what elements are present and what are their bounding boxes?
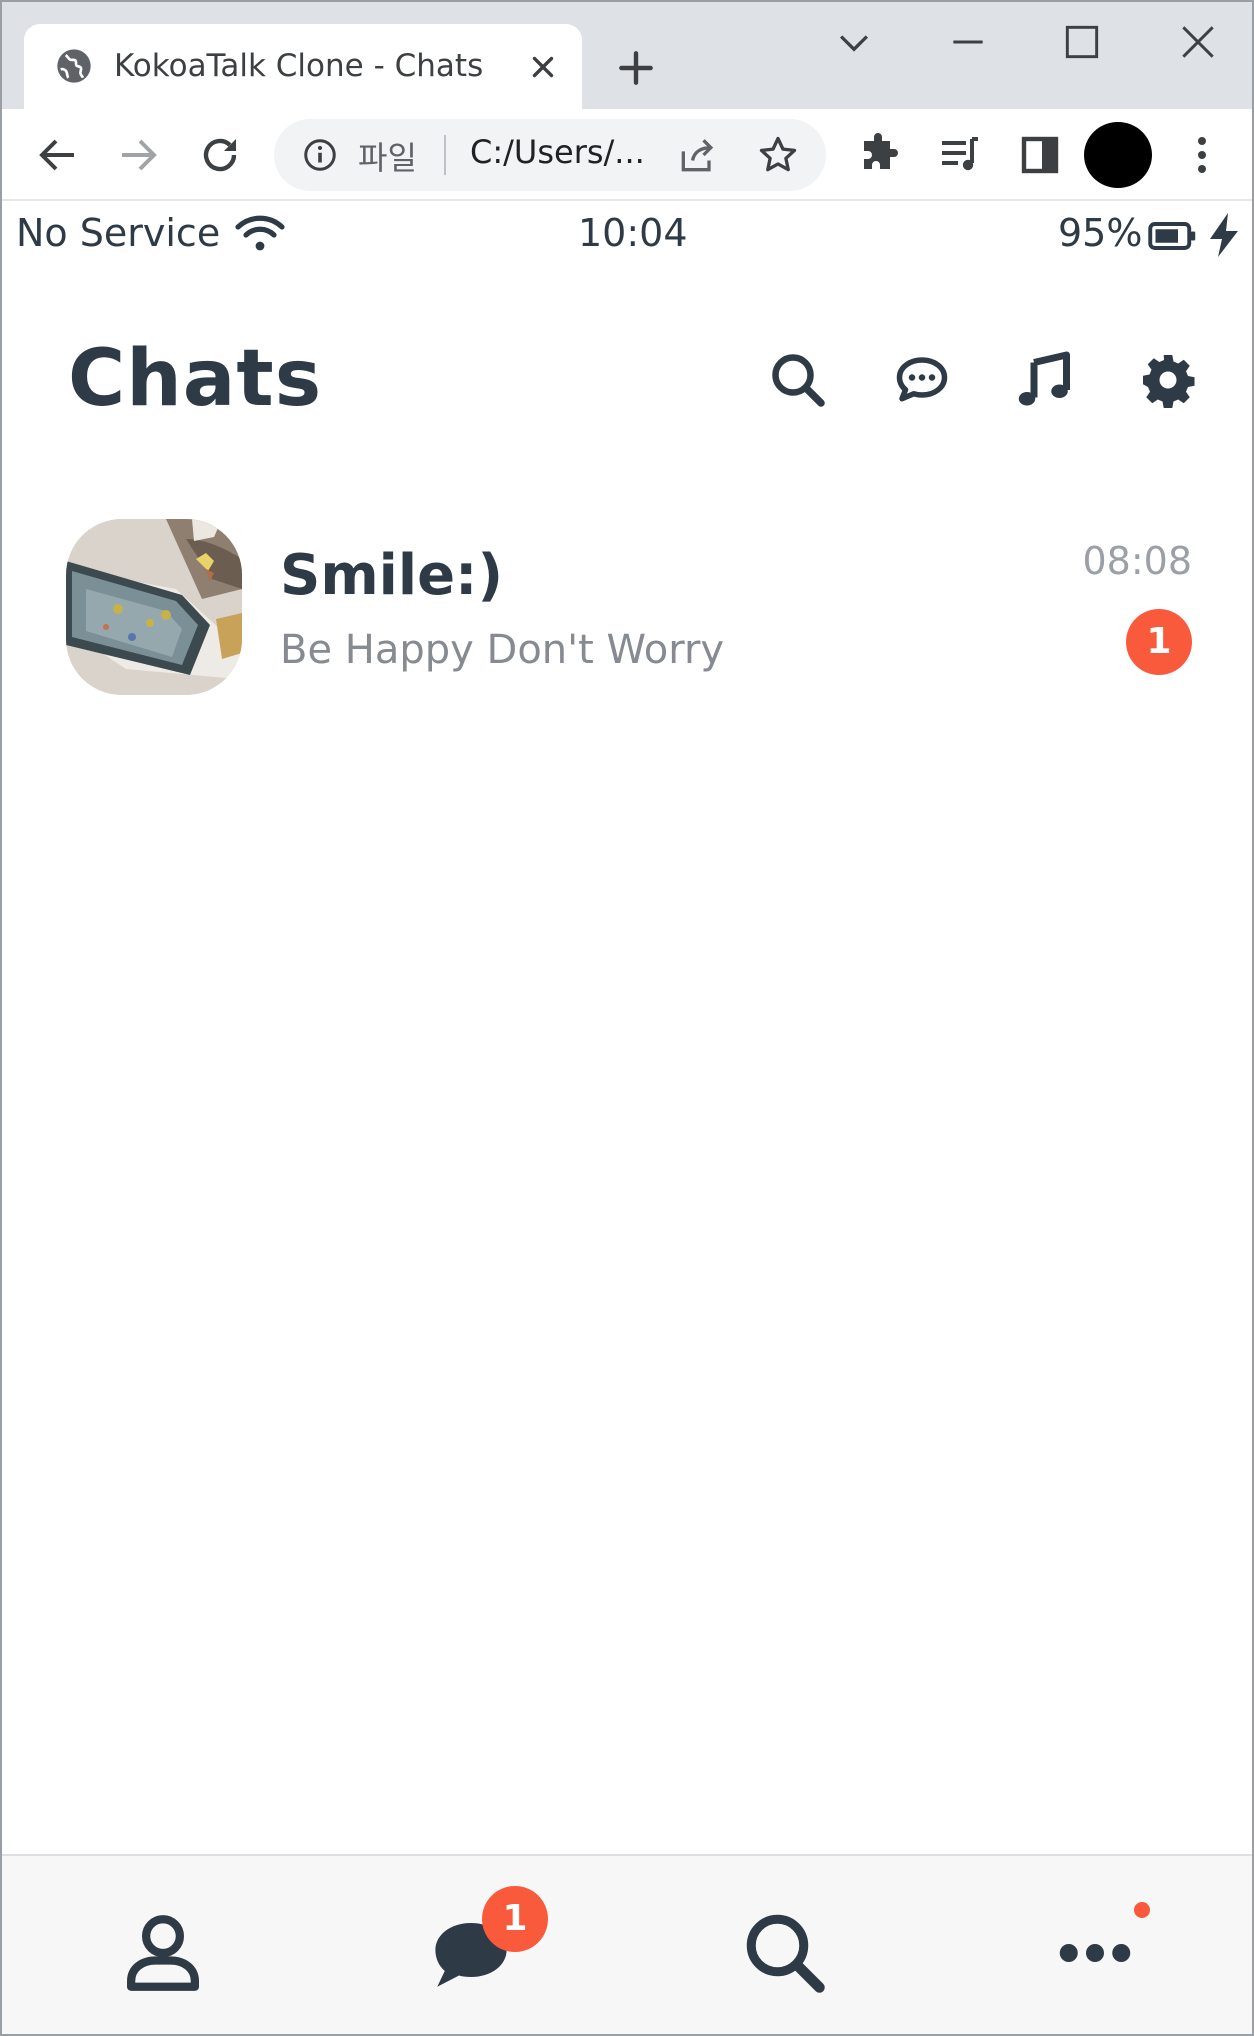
tab-strip: KokoaTalk Clone - Chats (2, 2, 1252, 110)
maximize-icon[interactable] (1060, 20, 1104, 64)
search-icon[interactable] (768, 350, 828, 410)
bottom-tab-bar: 1 (2, 1854, 1252, 2034)
avatar-photo (66, 519, 242, 695)
more-menu-icon[interactable] (1178, 131, 1226, 179)
chat-list-item[interactable]: Smile:) Be Happy Don't Worry 08:08 1 (66, 517, 1196, 697)
extensions-icon[interactable] (856, 131, 904, 179)
info-icon[interactable] (302, 137, 338, 173)
omnibox-divider (444, 135, 446, 175)
address-bar[interactable]: 파일 C:/Users/... (274, 119, 826, 191)
status-bar: No Service 10:04 95% (2, 201, 1252, 273)
media-playlist-icon[interactable] (936, 131, 984, 179)
battery-percent: 95% (1058, 211, 1143, 255)
new-tab-icon[interactable] (614, 46, 658, 90)
close-tab-icon[interactable] (526, 50, 560, 84)
bookmark-star-icon[interactable] (756, 133, 800, 177)
chat-avatar (66, 519, 242, 695)
profile-avatar[interactable] (1084, 122, 1152, 188)
chat-bubble-icon[interactable] (892, 350, 952, 410)
close-window-icon[interactable] (1176, 20, 1220, 64)
tab-search-chevron-icon[interactable] (832, 20, 876, 64)
forward-icon[interactable] (114, 131, 162, 179)
wifi-icon (235, 215, 285, 251)
side-panel-icon[interactable] (1016, 131, 1064, 179)
page-title: Chats (68, 334, 323, 424)
status-time: 10:04 (578, 211, 688, 255)
browser-window: KokoaTalk Clone - Chats 파일 C:/Users/... … (0, 0, 1254, 2036)
browser-tab[interactable]: KokoaTalk Clone - Chats (24, 24, 582, 110)
browser-toolbar: 파일 C:/Users/... (2, 109, 1252, 201)
back-icon[interactable] (34, 131, 82, 179)
globe-icon (57, 49, 91, 83)
chats-tab-badge: 1 (482, 1886, 548, 1952)
search-icon[interactable] (740, 1908, 830, 1998)
chat-name: Smile:) (280, 543, 504, 608)
person-icon[interactable] (118, 1908, 208, 1998)
music-note-icon[interactable] (1014, 350, 1074, 410)
gear-icon[interactable] (1138, 350, 1198, 410)
minimize-icon[interactable] (946, 20, 990, 64)
charging-bolt-icon (1210, 213, 1238, 257)
reload-icon[interactable] (196, 131, 244, 179)
tab-title: KokoaTalk Clone - Chats (114, 48, 484, 84)
more-icon[interactable] (1050, 1908, 1140, 1998)
chat-timestamp: 08:08 (1082, 539, 1192, 583)
url-scheme-label: 파일 (358, 139, 417, 177)
url-text[interactable]: C:/Users/... (470, 133, 645, 171)
unread-badge: 1 (1126, 609, 1192, 675)
chats-header: Chats (2, 322, 1252, 442)
more-notification-dot (1134, 1902, 1150, 1918)
chat-last-message: Be Happy Don't Worry (280, 627, 725, 673)
battery-icon (1148, 222, 1196, 250)
carrier-label: No Service (16, 211, 221, 255)
share-icon[interactable] (676, 133, 720, 177)
